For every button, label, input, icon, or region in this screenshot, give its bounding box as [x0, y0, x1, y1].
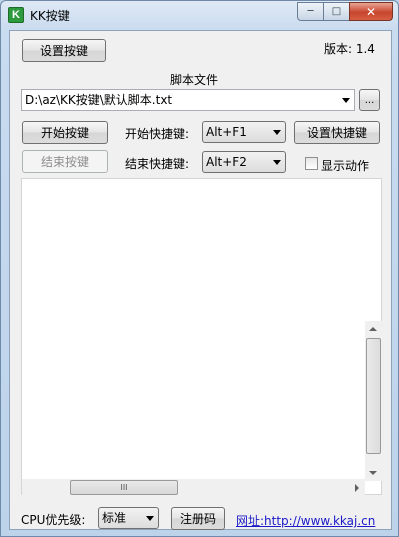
version-label: 版本: 1.4 [324, 42, 375, 56]
script-path-value: D:\az\KK按键\默认脚本.txt [25, 93, 173, 107]
minimize-icon: ─ [307, 6, 314, 17]
maximize-icon: □ [331, 6, 342, 17]
chevron-down-icon [146, 516, 154, 521]
chevron-down-icon [273, 160, 281, 165]
show-action-label: 显示动作 [321, 159, 370, 173]
stop-hotkey-select[interactable]: Alt+F2 [202, 151, 286, 173]
set-hotkey-button[interactable]: 设置快捷键 [294, 121, 380, 144]
window-controls: ─ □ ✕ [297, 2, 393, 21]
close-icon: ✕ [365, 4, 377, 19]
action-log-area[interactable]: III [21, 178, 382, 496]
start-button[interactable]: 开始按键 [22, 121, 108, 144]
browse-button[interactable]: ... [359, 89, 380, 111]
show-action-checkbox[interactable] [305, 157, 318, 170]
horizontal-scroll-thumb[interactable]: III [70, 480, 178, 495]
chevron-down-icon [342, 98, 350, 103]
minimize-button[interactable]: ─ [297, 2, 323, 21]
chevron-down-icon [273, 130, 281, 135]
main-panel: 设置按键 版本: 1.4 脚本文件 D:\az\KK按键\默认脚本.txt ..… [9, 30, 392, 530]
vertical-scroll-thumb[interactable] [366, 338, 381, 454]
close-button[interactable]: ✕ [349, 2, 393, 21]
scroll-right-icon[interactable] [355, 484, 359, 492]
website-link[interactable]: 网址:http://www.kkaj.cn [236, 512, 375, 529]
start-hotkey-select[interactable]: Alt+F1 [202, 121, 286, 143]
start-hotkey-value: Alt+F1 [206, 125, 247, 139]
set-keys-button[interactable]: 设置按键 [22, 39, 106, 62]
window-title: KK按键 [30, 9, 70, 23]
title-bar[interactable]: K KK按键 ─ □ ✕ [1, 1, 398, 29]
maximize-button[interactable]: □ [323, 2, 349, 21]
register-button[interactable]: 注册码 [171, 507, 225, 530]
start-hotkey-label: 开始快捷键: [125, 127, 190, 141]
vertical-scrollbar[interactable] [365, 321, 382, 481]
stop-button[interactable]: 结束按键 [22, 150, 108, 173]
script-path-dropdown[interactable]: D:\az\KK按键\默认脚本.txt [21, 89, 355, 111]
stop-hotkey-label: 结束快捷键: [125, 157, 190, 171]
stop-hotkey-value: Alt+F2 [206, 155, 247, 169]
script-file-label: 脚本文件 [170, 73, 219, 87]
scroll-down-icon[interactable] [369, 471, 377, 475]
cpu-priority-label: CPU优先级: [21, 513, 86, 527]
app-window: K KK按键 ─ □ ✕ 设置按键 版本: 1.4 脚本文件 D:\az\KK按… [0, 0, 399, 537]
cpu-priority-select[interactable]: 标准 [98, 507, 159, 529]
scroll-up-icon[interactable] [369, 327, 377, 331]
cpu-priority-value: 标准 [102, 511, 127, 525]
app-icon: K [8, 7, 24, 23]
horizontal-scrollbar[interactable]: III [22, 479, 365, 496]
